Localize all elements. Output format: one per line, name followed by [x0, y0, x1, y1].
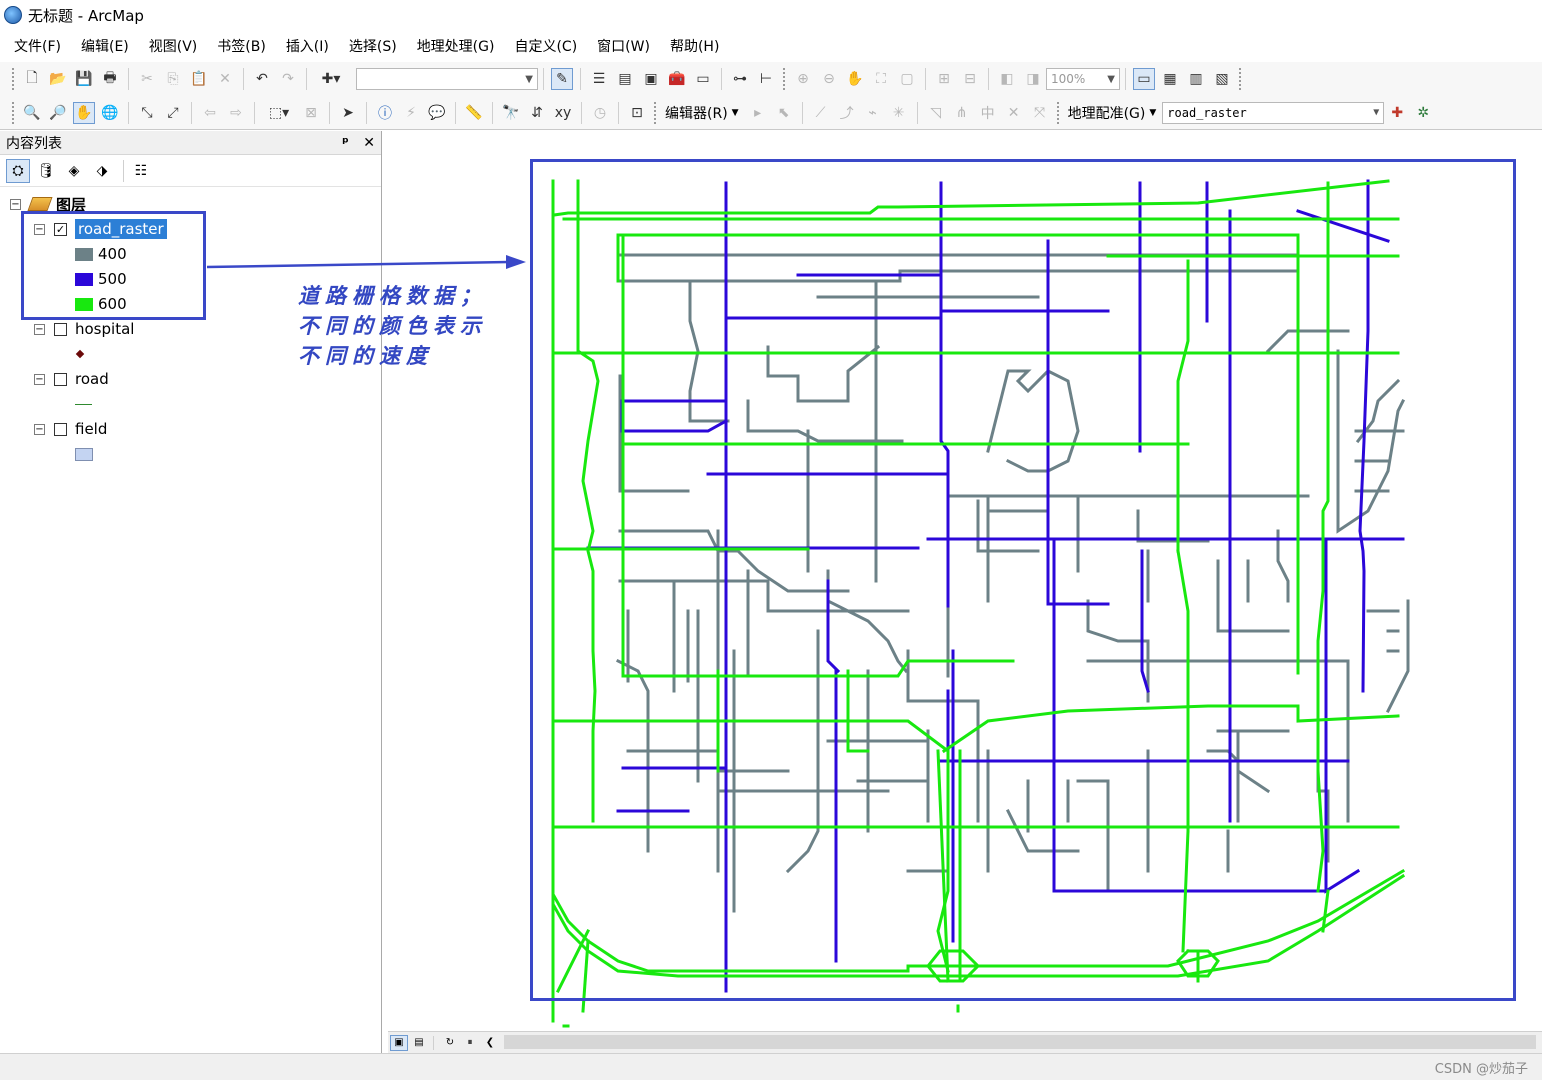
point-icon[interactable]: ✳ — [888, 102, 910, 124]
zoom-percent-combo[interactable]: 100% ▼ — [1046, 68, 1120, 90]
annotation-arrow — [206, 255, 526, 269]
layer-name-road[interactable]: road — [75, 370, 109, 388]
data-frame-border — [530, 159, 1516, 1001]
annotation-line: 不同的颜色表示 — [298, 313, 487, 338]
layer-row-road[interactable]: − road — [34, 368, 109, 390]
layer-row-field[interactable]: − field — [34, 418, 107, 440]
chevron-down-icon: ▼ — [731, 107, 739, 118]
toggle-draft-mode-icon[interactable]: ▭ — [1133, 68, 1155, 90]
reshape-icon[interactable]: ⋔ — [951, 102, 973, 124]
collapse-icon[interactable]: − — [34, 323, 45, 335]
watermark: CSDN @炒茄子 — [1434, 1062, 1528, 1077]
editor-menu[interactable]: 编辑器(R) — [665, 103, 728, 123]
end-point-arc-icon[interactable]: ⤴ — [836, 102, 858, 124]
scroll-left-icon[interactable]: ❮ — [481, 1035, 499, 1051]
zoom-whole-page-icon[interactable]: ⛶ — [870, 68, 892, 90]
annotation-line: 道路栅格数据； — [298, 283, 487, 308]
create-viewer-window-icon[interactable]: ⊡ — [626, 102, 648, 124]
field-polygon-symbol-icon — [75, 447, 93, 461]
layer-visibility-checkbox[interactable] — [54, 422, 67, 436]
layer-name-field[interactable]: field — [75, 420, 107, 438]
data-driven-pages-icon[interactable]: ▧ — [1211, 68, 1233, 90]
rotate-tool-icon[interactable]: ⤧ — [1029, 102, 1051, 124]
auto-registration-icon[interactable]: ✲ — [1412, 102, 1434, 124]
add-control-points-icon[interactable]: ✚ — [1386, 102, 1408, 124]
back-extent-page-icon[interactable]: ◧ — [996, 68, 1018, 90]
refresh-icon[interactable]: ↻ — [441, 1035, 459, 1051]
hospital-point-symbol-icon — [75, 349, 85, 359]
arctoolbox-icon[interactable]: 🧰 — [666, 68, 688, 90]
layer-visibility-checkbox[interactable] — [54, 372, 67, 386]
edit-tool-icon[interactable]: ▸ — [747, 102, 769, 124]
view-switch-bar: ▣ ▤ ↻ ⏸ ❮ — [388, 1031, 1542, 1053]
layer-name-hospital[interactable]: hospital — [75, 320, 134, 338]
status-bar: CSDN @炒茄子 — [0, 1053, 1542, 1080]
annotation-line: 不同的速度 — [298, 343, 433, 368]
legend-item — [75, 343, 85, 365]
zoom-page-in-icon[interactable]: ⊕ — [792, 68, 814, 90]
forward-extent-page-icon[interactable]: ◨ — [1022, 68, 1044, 90]
georeferencing-layer-combo[interactable]: road_raster ▼ — [1162, 101, 1385, 124]
layout-tool-icon[interactable]: ⊢ — [755, 68, 777, 90]
georeferencing-menu[interactable]: 地理配准(G) — [1068, 103, 1146, 123]
road-line-symbol-icon — [75, 403, 92, 405]
menu-help[interactable]: 帮助(H) — [670, 36, 719, 56]
fixed-zoom-out-icon[interactable]: ⊟ — [959, 68, 981, 90]
annotation-text: 道路栅格数据； 不同的颜色表示 不同的速度 — [298, 281, 487, 371]
layer-visibility-checkbox[interactable] — [54, 322, 67, 336]
legend-item — [75, 393, 92, 415]
chevron-down-icon: ▼ — [1373, 107, 1380, 118]
zoom-page-out-icon[interactable]: ⊖ — [818, 68, 840, 90]
time-slider-icon[interactable]: ◷ — [589, 102, 611, 124]
chevron-down-icon: ▼ — [1107, 73, 1115, 85]
change-layout-icon[interactable]: ▥ — [1185, 68, 1207, 90]
focus-data-frame-icon[interactable]: ▦ — [1159, 68, 1181, 90]
layer-row-hospital[interactable]: − hospital — [34, 318, 134, 340]
zoom-100-icon[interactable]: ▢ — [896, 68, 918, 90]
trace-icon[interactable]: ⌁ — [862, 102, 884, 124]
edit-vertices-icon[interactable]: ◹ — [925, 102, 947, 124]
edit-annotation-icon[interactable]: ⬉ — [773, 102, 795, 124]
catalog-icon[interactable]: ▤ — [614, 68, 636, 90]
table-of-contents-icon[interactable]: ☰ — [588, 68, 610, 90]
collapse-icon[interactable]: − — [34, 373, 45, 385]
chevron-down-icon: ▼ — [1149, 107, 1157, 118]
cut-polygons-icon[interactable]: 中 — [977, 102, 999, 124]
menu-windows[interactable]: 窗口(W) — [597, 36, 650, 56]
fixed-zoom-in-icon[interactable]: ⊞ — [933, 68, 955, 90]
map-view[interactable] — [388, 131, 1542, 1031]
layout-view-icon[interactable]: ▤ — [410, 1035, 428, 1051]
straight-segment-icon[interactable]: ⟋ — [810, 102, 832, 124]
collapse-icon[interactable]: − — [34, 423, 45, 435]
pause-drawing-icon[interactable]: ⏸ — [461, 1035, 479, 1051]
horizontal-scrollbar[interactable] — [504, 1035, 1536, 1049]
pan-page-icon[interactable]: ✋ — [844, 68, 866, 90]
python-window-icon[interactable]: ▭ — [692, 68, 714, 90]
data-view-icon[interactable]: ▣ — [390, 1034, 408, 1051]
model-builder-icon[interactable]: ⊶ — [729, 68, 751, 90]
editor-toolbar-icon[interactable]: ✎ — [551, 68, 573, 90]
legend-item — [75, 443, 93, 465]
search-window-icon[interactable]: ▣ — [640, 68, 662, 90]
go-to-xy-icon[interactable]: xy — [552, 102, 574, 124]
split-tool-icon[interactable]: ✕ — [1003, 102, 1025, 124]
